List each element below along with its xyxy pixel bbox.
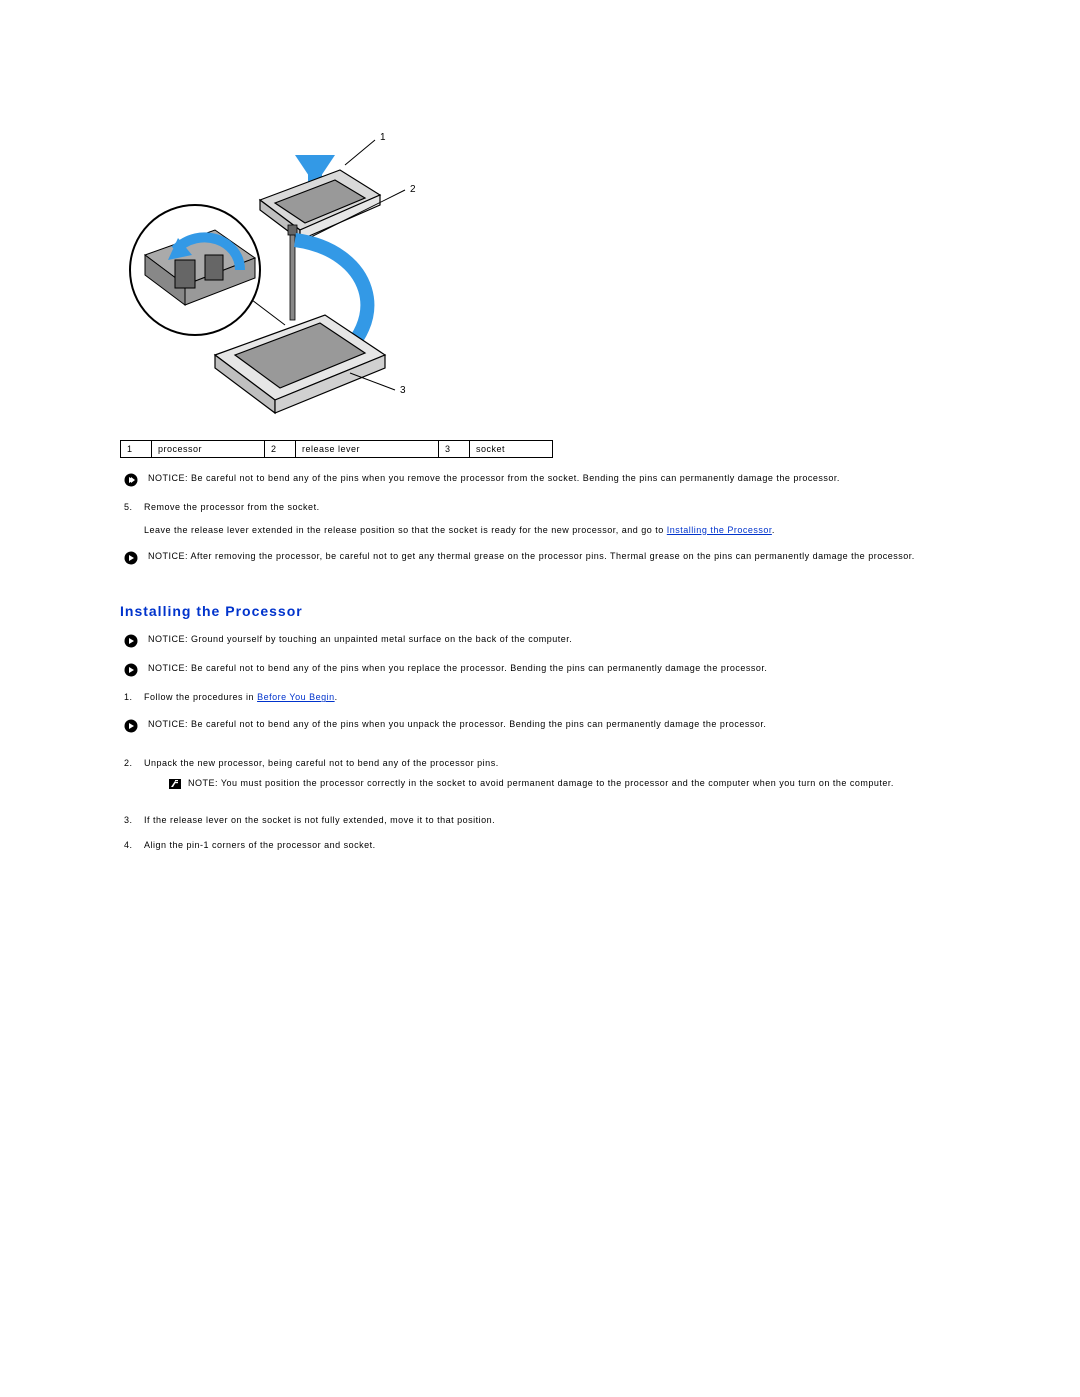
steps-install-cont: 2. Unpack the new processor, being caref… xyxy=(120,757,960,852)
step-1: 1. Follow the procedures in Before You B… xyxy=(120,691,960,704)
callout-legend-table: 1 processor 2 release lever 3 socket xyxy=(120,440,553,458)
step-number: 3. xyxy=(124,814,133,827)
step-text: If the release lever on the socket is no… xyxy=(144,815,495,825)
step-text: Align the pin-1 corners of the processor… xyxy=(144,840,376,850)
notice-text-body: Be careful not to bend any of the pins w… xyxy=(188,663,767,673)
legend-num-1: 1 xyxy=(121,441,152,458)
link-installing-processor[interactable]: Installing the Processor xyxy=(667,525,772,535)
notice-icon xyxy=(124,473,142,487)
callout-3: 3 xyxy=(400,385,406,396)
step-text-b: . xyxy=(335,692,338,702)
notice-label: NOTICE: xyxy=(148,634,188,644)
step-4: 4. Align the pin-1 corners of the proces… xyxy=(120,839,960,852)
diagram-svg: 1 2 3 xyxy=(120,110,420,430)
note-icon xyxy=(168,778,182,790)
step-2: 2. Unpack the new processor, being caref… xyxy=(120,757,960,791)
step-5: 5. Remove the processor from the socket.… xyxy=(120,501,960,536)
processor-diagram: 1 2 3 xyxy=(120,110,960,458)
callout-2: 2 xyxy=(410,184,416,195)
notice-text-body: After removing the processor, be careful… xyxy=(188,551,915,561)
notice-bend-pins-unpack: NOTICE: Be careful not to bend any of th… xyxy=(120,718,960,733)
notice-icon xyxy=(124,663,142,677)
notice-bend-pins-remove: NOTICE: Be careful not to bend any of th… xyxy=(120,472,960,487)
document-page: 1 2 3 xyxy=(0,0,1080,852)
legend-num-2: 2 xyxy=(265,441,296,458)
notice-label: NOTICE: xyxy=(148,551,188,561)
step-subtext-a: Leave the release lever extended in the … xyxy=(144,525,667,535)
step-number: 5. xyxy=(124,501,133,514)
callout-1: 1 xyxy=(380,132,386,143)
notice-text-body: Ground yourself by touching an unpainted… xyxy=(188,634,572,644)
legend-label-1: processor xyxy=(152,441,265,458)
notice-bend-pins-replace: NOTICE: Be careful not to bend any of th… xyxy=(120,662,960,677)
step-text-a: Follow the procedures in xyxy=(144,692,257,702)
step-3: 3. If the release lever on the socket is… xyxy=(120,814,960,827)
step-number: 2. xyxy=(124,757,133,770)
step-number: 1. xyxy=(124,691,133,704)
note-text-body: You must position the processor correctl… xyxy=(218,778,894,788)
step-text: Remove the processor from the socket. xyxy=(144,502,320,512)
notice-text-body: Be careful not to bend any of the pins w… xyxy=(188,719,766,729)
step-number: 4. xyxy=(124,839,133,852)
notice-label: NOTICE: xyxy=(148,473,188,483)
legend-num-3: 3 xyxy=(439,441,470,458)
note-label: NOTE: xyxy=(188,778,218,788)
notice-text-body: Be careful not to bend any of the pins w… xyxy=(188,473,840,483)
legend-label-2: release lever xyxy=(296,441,439,458)
note-position-correctly: NOTE: You must position the processor co… xyxy=(168,777,960,790)
link-before-you-begin[interactable]: Before You Begin xyxy=(257,692,335,702)
notice-ground-yourself: NOTICE: Ground yourself by touching an u… xyxy=(120,633,960,648)
steps-remove: 5. Remove the processor from the socket.… xyxy=(120,501,960,536)
steps-install: 1. Follow the procedures in Before You B… xyxy=(120,691,960,704)
notice-label: NOTICE: xyxy=(148,719,188,729)
legend-label-3: socket xyxy=(470,441,553,458)
notice-icon xyxy=(124,634,142,648)
notice-icon xyxy=(124,719,142,733)
step-subtext-b: . xyxy=(772,525,775,535)
notice-thermal-grease: NOTICE: After removing the processor, be… xyxy=(120,550,960,565)
step-text: Unpack the new processor, being careful … xyxy=(144,758,499,768)
notice-icon xyxy=(124,551,142,565)
notice-label: NOTICE: xyxy=(148,663,188,673)
section-title-installing: Installing the Processor xyxy=(120,603,960,619)
